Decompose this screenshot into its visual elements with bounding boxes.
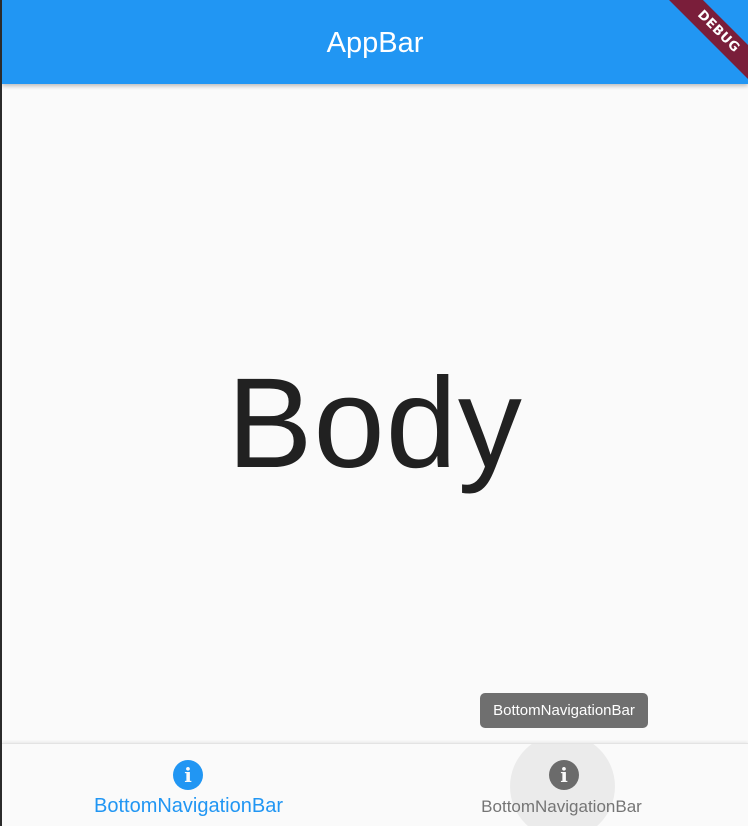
app-bar: AppBar bbox=[2, 0, 748, 84]
body-area: Body bbox=[2, 84, 748, 744]
body-text: Body bbox=[227, 352, 523, 495]
window-left-border bbox=[0, 0, 2, 826]
bottom-nav-item-label: BottomNavigationBar bbox=[481, 797, 642, 816]
nav-tooltip: BottomNavigationBar bbox=[480, 693, 648, 728]
bottom-navigation-bar: i BottomNavigationBar i BottomNavigation… bbox=[2, 743, 748, 826]
bottom-nav-item-1[interactable]: i BottomNavigationBar bbox=[2, 744, 375, 826]
info-icon: i bbox=[549, 760, 579, 790]
app-window: AppBar DEBUG Body BottomNavigationBar i … bbox=[0, 0, 748, 826]
debug-banner: DEBUG bbox=[658, 0, 748, 90]
info-icon: i bbox=[173, 760, 203, 790]
bottom-nav-item-label: BottomNavigationBar bbox=[94, 795, 283, 817]
bottom-nav-item-2[interactable]: i BottomNavigationBar bbox=[375, 744, 748, 826]
app-bar-title: AppBar bbox=[326, 27, 424, 59]
debug-banner-label: DEBUG bbox=[667, 0, 748, 83]
